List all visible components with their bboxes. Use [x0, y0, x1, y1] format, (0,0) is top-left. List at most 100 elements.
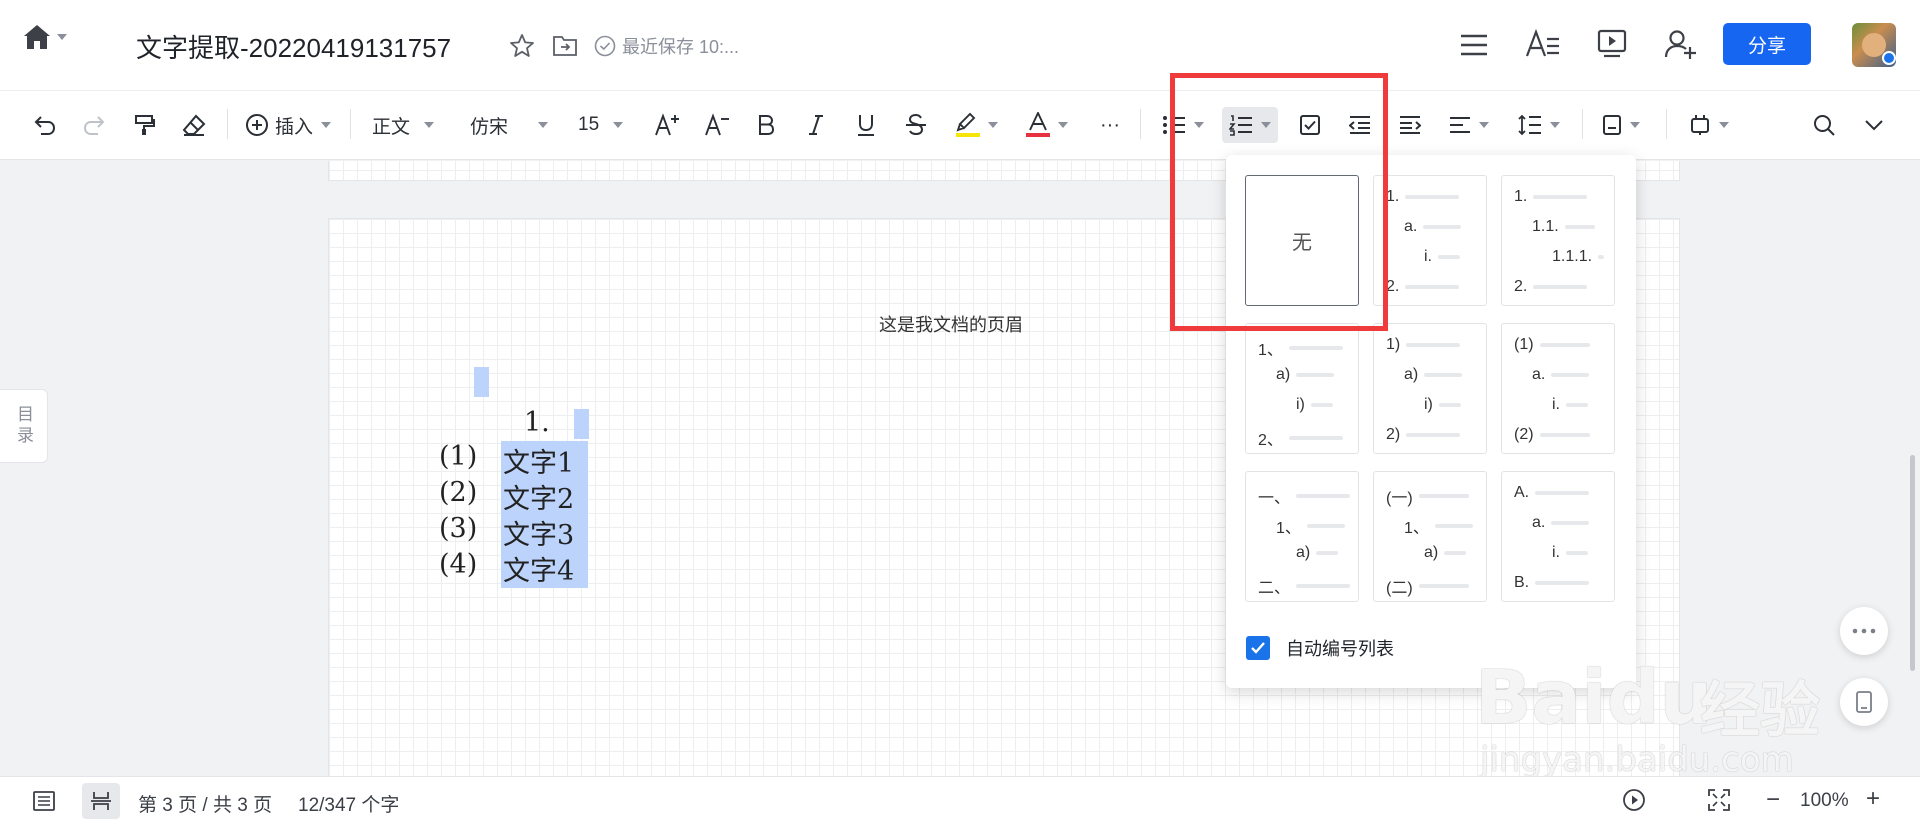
insert-menu-button[interactable]: 插入 — [242, 107, 334, 143]
document-title[interactable]: 文字提取-20220419131757 — [136, 28, 451, 65]
underline-button[interactable] — [852, 107, 880, 143]
list-item-text[interactable]: 文字2 — [501, 477, 589, 516]
numbering-preview-line: a. — [1404, 218, 1462, 236]
numbering-preview-line: 1. — [1514, 188, 1588, 206]
numbering-preview-bar — [1438, 255, 1460, 259]
numbering-preview-bar — [1310, 403, 1333, 407]
align-button[interactable] — [1444, 107, 1494, 143]
font-color-icon — [1026, 112, 1050, 138]
numbering-preview-line: 1.1. — [1532, 218, 1595, 236]
numbering-preview-line: 2. — [1514, 278, 1588, 296]
toolbar-divider — [227, 109, 228, 139]
checkbox-checked-icon[interactable] — [1246, 636, 1270, 660]
numbering-preview-bar — [1535, 491, 1590, 495]
word-count: 12/347 个字 — [298, 795, 400, 816]
eraser-icon — [182, 114, 206, 136]
format-painter-button[interactable] — [127, 107, 161, 143]
home-menu-button[interactable] — [20, 22, 70, 52]
numbering-option[interactable]: 1、 a) i) 2、 — [1245, 323, 1359, 454]
insert-label: 插入 — [274, 116, 313, 138]
list-item-number: (3) — [439, 513, 478, 544]
fullscreen-icon — [1708, 789, 1730, 811]
list-item-text[interactable]: 文字1 — [501, 441, 589, 480]
avatar[interactable] — [1852, 23, 1896, 67]
numbering-option[interactable]: 1. a. i. 2. — [1373, 175, 1487, 306]
page-view-button[interactable] — [82, 783, 120, 819]
search-button[interactable] — [1808, 107, 1840, 143]
more-formatting-button[interactable]: ··· — [1094, 107, 1126, 143]
numbering-option[interactable]: (一) 1、 a) (二) — [1373, 471, 1487, 602]
increase-font-button[interactable] — [652, 107, 682, 143]
list-item-text[interactable]: 文字4 — [501, 549, 589, 588]
numbering-preview-line: 2) — [1386, 426, 1461, 444]
numbering-preview-line: (一) — [1386, 484, 1469, 508]
increase-indent-button[interactable] — [1394, 107, 1426, 143]
strikethrough-button[interactable] — [902, 107, 930, 143]
numbering-preview-bar — [1551, 373, 1590, 377]
zoom-level[interactable]: 100% — [1800, 790, 1849, 812]
list-item-number: (1) — [439, 441, 478, 472]
text-style-icon — [1525, 29, 1561, 59]
font-size-dropdown[interactable]: 15 — [578, 107, 632, 143]
numbering-preview-label: (1) — [1514, 336, 1534, 353]
line-spacing-button[interactable] — [1514, 107, 1564, 143]
numbering-preview-line: a) — [1276, 366, 1335, 384]
numbering-preview-bar — [1288, 346, 1343, 350]
play-button[interactable] — [1622, 788, 1646, 812]
numbering-option[interactable]: 一、 1、 a) 二、 — [1245, 471, 1359, 602]
outline-view-button[interactable] — [28, 789, 60, 813]
auto-number-toggle[interactable]: 自动编号列表 — [1246, 635, 1394, 661]
zoom-out-button[interactable]: − — [1766, 786, 1780, 814]
present-button[interactable] — [1594, 28, 1630, 60]
chevron-down-icon — [988, 122, 998, 128]
text-style-button[interactable] — [1524, 28, 1562, 60]
more-actions-button[interactable] — [1840, 607, 1888, 655]
font-color-button[interactable] — [1022, 107, 1072, 143]
italic-button[interactable] — [802, 107, 830, 143]
redo-button[interactable] — [77, 107, 111, 143]
numbering-preview-bar — [1288, 436, 1343, 440]
zoom-in-button[interactable]: + — [1866, 785, 1880, 813]
numbering-preview-line: 1.1.1. — [1552, 248, 1605, 266]
undo-button[interactable] — [28, 107, 62, 143]
collapse-toolbar-button[interactable] — [1858, 107, 1890, 143]
page-indicator: 第 3 页 / 共 3 页 — [138, 795, 273, 816]
toc-toggle-button[interactable]: 目录 — [0, 389, 48, 463]
numbering-preview-label: 一、 — [1258, 490, 1291, 507]
page-setup-button[interactable] — [1596, 107, 1646, 143]
font-family-dropdown[interactable]: 仿宋 — [470, 107, 554, 143]
plugin-button[interactable] — [1684, 107, 1734, 143]
font-size-label: 15 — [578, 114, 600, 135]
highlight-color-button[interactable] — [952, 107, 1002, 143]
fullscreen-button[interactable] — [1708, 789, 1730, 811]
share-button[interactable]: 分享 — [1723, 23, 1811, 65]
chevron-down-icon — [424, 122, 434, 128]
list-item-text[interactable]: 文字3 — [501, 513, 589, 552]
outline-menu-button[interactable] — [1456, 30, 1492, 60]
bold-button[interactable] — [752, 107, 780, 143]
selection-highlight — [474, 367, 489, 397]
clear-format-button[interactable] — [177, 107, 211, 143]
home-icon — [23, 24, 51, 50]
numbering-preview-bar — [1533, 195, 1588, 199]
numbering-option[interactable]: A. a. i. B. — [1501, 471, 1615, 602]
add-collaborator-button[interactable] — [1662, 28, 1700, 60]
indent-icon — [1399, 115, 1421, 135]
numbering-option[interactable]: (1) a. i. (2) — [1501, 323, 1615, 454]
mobile-view-button[interactable] — [1840, 678, 1888, 726]
numbering-option[interactable]: 1) a) i) 2) — [1373, 323, 1487, 454]
numbering-option[interactable]: 1. 1.1. 1.1.1. 2. — [1501, 175, 1615, 306]
paragraph-style-dropdown[interactable]: 正文 — [368, 107, 438, 143]
favorite-button[interactable] — [508, 32, 536, 60]
move-to-folder-button[interactable] — [551, 32, 579, 60]
decrease-font-button[interactable] — [702, 107, 732, 143]
font-decrease-icon — [704, 113, 730, 137]
numbering-preview-label: a. — [1532, 514, 1546, 531]
numbering-preview-label: a. — [1532, 366, 1546, 383]
vertical-scrollbar[interactable] — [1910, 455, 1915, 671]
list-heading-number: 1. — [524, 407, 550, 438]
numbering-preview-label: 2. — [1386, 278, 1400, 295]
watermark-brand: Baidu — [1475, 655, 1713, 741]
numbering-preview-line: (1) — [1514, 336, 1590, 354]
chevron-down-icon — [613, 122, 624, 128]
